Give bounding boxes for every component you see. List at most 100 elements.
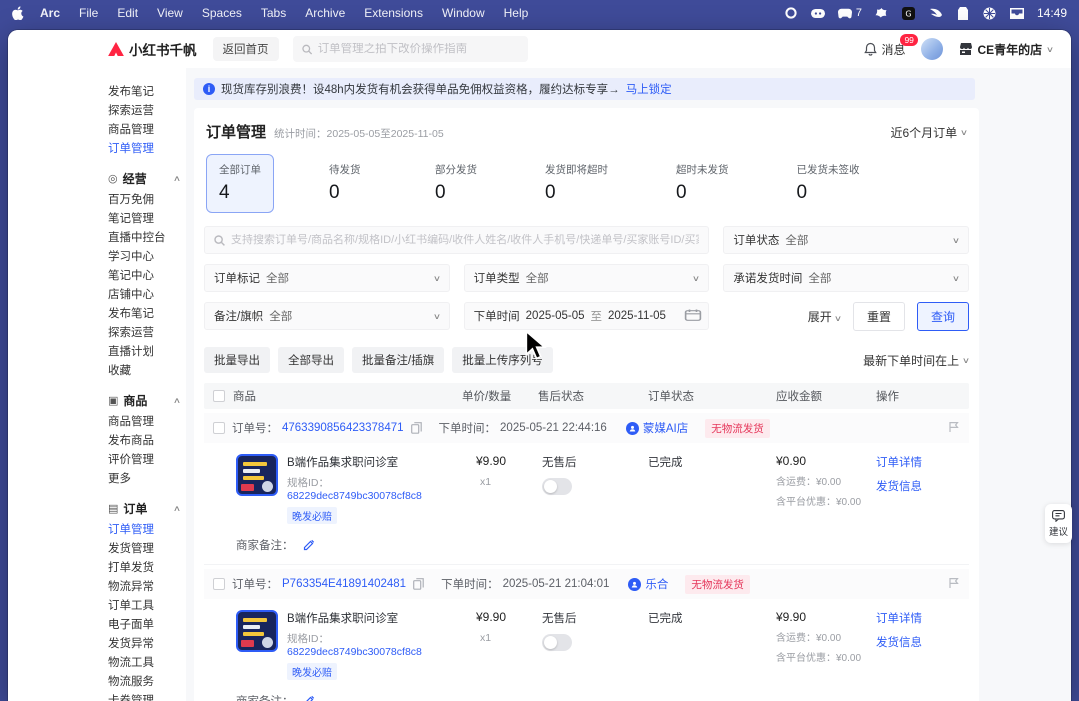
stat-card[interactable]: 部分发货0 [422, 154, 490, 213]
sidebar-item[interactable]: 物流工具 [108, 654, 186, 673]
shipping-info-link[interactable]: 发货信息 [876, 478, 969, 494]
order-detail-link[interactable]: 订单详情 [876, 610, 969, 626]
promise-time-select[interactable]: 承诺发货时间全部 ∨ [723, 264, 969, 292]
claw-icon[interactable] [875, 6, 889, 20]
menubar-item[interactable]: Tabs [261, 6, 286, 20]
input-method-icon[interactable] [811, 6, 825, 20]
menubar-item[interactable]: Spaces [202, 6, 242, 20]
apple-menu-icon[interactable] [12, 6, 26, 20]
product-image[interactable] [236, 454, 278, 496]
sidebar-item[interactable]: 直播计划 [108, 343, 186, 362]
stat-card[interactable]: 发货即将超时0 [532, 154, 621, 213]
menubar-item[interactable]: Extensions [364, 6, 423, 20]
header-search-input[interactable] [318, 43, 519, 55]
menubar-item[interactable]: Window [442, 6, 485, 20]
shop-selector[interactable]: CE青年的店 ∨ [959, 41, 1053, 58]
sidebar-item[interactable]: 打单发货 [108, 559, 186, 578]
edit-remark-icon[interactable] [303, 539, 315, 551]
qianfan-logo[interactable]: 小红书千帆 [108, 39, 197, 59]
sidebar-item[interactable]: 物流异常 [108, 578, 186, 597]
sidebar-item[interactable]: 探索运营 [108, 324, 186, 343]
sort-selector[interactable]: 最新下单时间在上∨ [863, 352, 969, 369]
batch-button[interactable]: 全部导出 [278, 347, 344, 373]
buyer-chip[interactable]: 乐合 [628, 576, 668, 592]
sidebar-section-header[interactable]: ◎经营∧ [108, 170, 180, 187]
menubar-item[interactable]: Edit [117, 6, 138, 20]
back-home-button[interactable]: 返回首页 [213, 37, 279, 61]
batch-button[interactable]: 批量导出 [204, 347, 270, 373]
record-dot-icon[interactable] [784, 6, 798, 20]
order-detail-link[interactable]: 订单详情 [876, 454, 969, 470]
sidebar-item[interactable]: 收藏 [108, 362, 186, 381]
sidebar-item[interactable]: 评价管理 [108, 451, 186, 470]
sidebar-item[interactable]: 商品管理 [108, 121, 186, 140]
user-avatar[interactable] [921, 38, 943, 60]
copy-icon[interactable] [413, 578, 424, 590]
order-status-select[interactable]: 订单状态全部 ∨ [723, 226, 969, 254]
sidebar-item[interactable]: 发货异常 [108, 635, 186, 654]
sidebar-item[interactable]: 卡券管理 [108, 692, 186, 701]
sidebar-item[interactable]: 学习中心 [108, 248, 186, 267]
milk-carton-icon[interactable] [956, 6, 970, 20]
sidebar-item[interactable]: 探索运营 [108, 102, 186, 121]
edit-remark-icon[interactable] [303, 695, 315, 701]
aftersale-toggle[interactable] [542, 478, 572, 495]
header-search[interactable] [293, 36, 528, 62]
batch-button[interactable]: 批量上传序列号 [452, 347, 553, 373]
order-mark-select[interactable]: 订单标记全部 ∨ [204, 264, 450, 292]
menubar-item[interactable]: View [157, 6, 183, 20]
shipping-info-link[interactable]: 发货信息 [876, 634, 969, 650]
spec-id-value[interactable]: 68229dec8749bc30078cf8c8 [287, 490, 422, 502]
batch-button[interactable]: 批量备注/插旗 [352, 347, 444, 373]
sidebar-item[interactable]: 订单工具 [108, 597, 186, 616]
sidebar-section-header[interactable]: ▤订单∧ [108, 500, 180, 517]
order-type-select[interactable]: 订单类型全部 ∨ [464, 264, 710, 292]
sidebar-section-header[interactable]: ▣商品∧ [108, 392, 180, 409]
order-search-input[interactable] [231, 234, 699, 246]
sidebar-item[interactable]: 店铺中心 [108, 286, 186, 305]
buyer-chip[interactable]: 蒙媒AI店 [626, 420, 688, 436]
flag-icon[interactable] [948, 577, 960, 592]
product-name[interactable]: B端作品集求职问诊室 [287, 454, 462, 470]
menubar-item[interactable]: File [79, 6, 98, 20]
inbox-icon[interactable] [1010, 6, 1024, 20]
menubar-item[interactable]: Arc [40, 6, 60, 20]
reset-button[interactable]: 重置 [853, 302, 905, 331]
stat-card[interactable]: 超时未发货0 [663, 154, 742, 213]
remark-flag-select[interactable]: 备注/旗帜全部 ∨ [204, 302, 450, 330]
expand-toggle[interactable]: 展开 ∨ [808, 308, 841, 325]
query-button[interactable]: 查询 [917, 302, 969, 331]
banner-link[interactable]: 马上锁定 [626, 81, 672, 97]
g-app-icon[interactable]: G [902, 6, 916, 20]
sidebar-item[interactable]: 直播中控台 [108, 229, 186, 248]
sidebar-item[interactable]: 百万免佣 [108, 191, 186, 210]
feedback-widget[interactable]: 建议 [1045, 504, 1072, 543]
sidebar-item[interactable]: 发布笔记 [108, 305, 186, 324]
copy-icon[interactable] [411, 422, 422, 434]
order-checkbox[interactable] [213, 578, 225, 590]
flag-icon[interactable] [948, 421, 960, 436]
stat-card[interactable]: 已发货未签收0 [784, 154, 873, 213]
order-no[interactable]: 4763390856423378471 [282, 422, 404, 434]
sidebar-item[interactable]: 订单管理 [108, 521, 186, 540]
stat-card[interactable]: 待发货0 [316, 154, 380, 213]
sidebar-item[interactable]: 商品管理 [108, 413, 186, 432]
product-image[interactable] [236, 610, 278, 652]
date-from[interactable]: 2025-05-05 [526, 310, 585, 322]
sidebar-item[interactable]: 笔记中心 [108, 267, 186, 286]
aftersale-toggle[interactable] [542, 634, 572, 651]
sidebar-item[interactable]: 电子面单 [108, 616, 186, 635]
order-no[interactable]: P763354E41891402481 [282, 578, 406, 590]
order-time-range[interactable]: 下单时间 2025-05-05 至 2025-11-05 [464, 302, 710, 330]
sidebar-item[interactable]: 发货管理 [108, 540, 186, 559]
select-all-checkbox[interactable] [213, 390, 225, 402]
sidebar-item[interactable]: 发布商品 [108, 432, 186, 451]
date-to[interactable]: 2025-11-05 [608, 310, 666, 322]
stat-card[interactable]: 全部订单4 [206, 154, 274, 213]
sidebar-item[interactable]: 物流服务 [108, 673, 186, 692]
product-name[interactable]: B端作品集求职问诊室 [287, 610, 462, 626]
sidebar-item[interactable]: 发布笔记 [108, 83, 186, 102]
order-checkbox[interactable] [213, 422, 225, 434]
messages-button[interactable]: 消息 99 [864, 41, 905, 58]
swift-bird-icon[interactable] [929, 6, 943, 20]
